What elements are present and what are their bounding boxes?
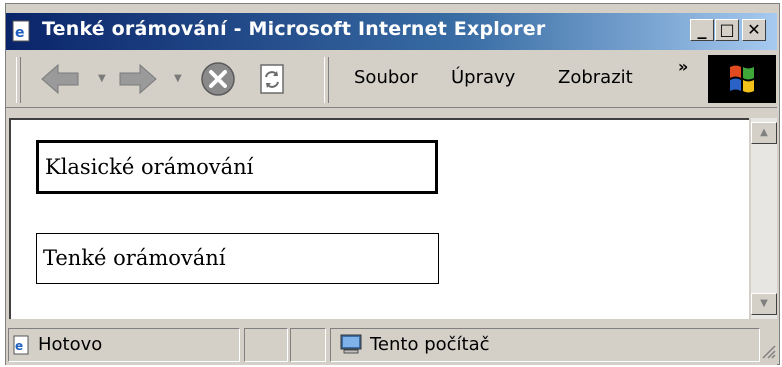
windows-logo	[708, 55, 776, 103]
toolbar-grip-2[interactable]	[324, 57, 329, 103]
ie-page-status-icon: e	[13, 335, 29, 355]
svg-text:e: e	[15, 339, 23, 353]
status-bar: e Hotovo Tento počítač	[6, 325, 777, 365]
refresh-icon[interactable]	[256, 57, 288, 101]
thin-border-box: Tenké orámování	[36, 233, 439, 284]
status-panel-2	[244, 328, 288, 362]
menu-soubor[interactable]: Soubor	[354, 67, 418, 88]
status-text: Hotovo	[38, 334, 103, 355]
classic-border-box: Klasické orámování	[36, 140, 438, 194]
forward-dropdown-icon[interactable]: ▼	[174, 73, 182, 84]
toolbar: ▼ ▼ Soubor Úpravy Zobrazit »	[6, 51, 777, 108]
scroll-up-button[interactable]: ▲	[751, 122, 777, 144]
close-button[interactable]: ✕	[742, 19, 766, 41]
maximize-button[interactable]: □	[715, 19, 739, 41]
title-bar[interactable]: e Tenké orámování - Microsoft Internet E…	[6, 13, 777, 50]
menu-zobrazit[interactable]: Zobrazit	[558, 67, 633, 88]
status-panel-3	[290, 328, 326, 362]
toolbar-grip[interactable]	[16, 57, 21, 103]
back-arrow-icon[interactable]	[36, 57, 96, 101]
vertical-scrollbar[interactable]: ▲ ▼	[751, 118, 777, 319]
computer-icon	[340, 334, 362, 354]
ie-page-icon: e	[12, 20, 30, 42]
svg-text:e: e	[15, 25, 25, 41]
menu-upravy[interactable]: Úpravy	[451, 67, 515, 88]
minimize-button[interactable]: _	[690, 19, 714, 41]
scroll-down-button[interactable]: ▼	[751, 293, 777, 315]
security-zone-text: Tento počítač	[370, 334, 490, 355]
toolbar-overflow-chevron[interactable]: »	[678, 57, 688, 76]
resize-grip-icon[interactable]	[760, 343, 776, 359]
forward-arrow-icon[interactable]	[116, 57, 176, 101]
window-title: Tenké orámování - Microsoft Internet Exp…	[42, 18, 546, 40]
stop-icon[interactable]	[196, 57, 242, 101]
windows-flag-icon	[730, 65, 754, 93]
back-dropdown-icon[interactable]: ▼	[98, 73, 106, 84]
